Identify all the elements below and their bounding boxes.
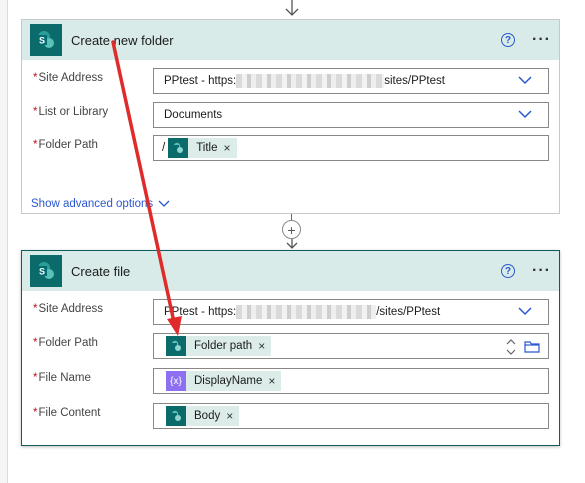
sharepoint-token-icon bbox=[168, 138, 189, 158]
file-name-input[interactable]: {x} DisplayName × bbox=[153, 368, 549, 394]
folder-path-input[interactable]: Folder path × bbox=[153, 333, 549, 359]
folder-path-label: *Folder Path bbox=[33, 139, 98, 151]
site-address-value-prefix: PPtest - https: bbox=[164, 75, 237, 87]
site-address-value-prefix: PPtest - https: bbox=[164, 306, 237, 318]
create-folder-card: S Create new folder ? ··· *Site Address … bbox=[21, 19, 560, 214]
token-label: DisplayName bbox=[194, 375, 263, 387]
remove-token-icon[interactable]: × bbox=[268, 374, 275, 388]
token-label: Body bbox=[194, 410, 221, 422]
chevron-down-icon[interactable] bbox=[518, 75, 532, 85]
folder-path-label: *Folder Path bbox=[33, 337, 98, 349]
folder-browse-icon[interactable] bbox=[524, 340, 540, 353]
sharepoint-icon: S bbox=[30, 255, 62, 287]
svg-text:S: S bbox=[39, 267, 45, 277]
file-content-input[interactable]: Body × bbox=[153, 403, 549, 429]
help-icon[interactable]: ? bbox=[501, 264, 516, 278]
chevron-down-icon[interactable] bbox=[518, 306, 532, 316]
chevron-down-icon bbox=[158, 200, 170, 207]
create-folder-header[interactable]: S Create new folder ? ··· bbox=[22, 20, 559, 60]
show-advanced-options-link[interactable]: Show advanced options bbox=[31, 198, 170, 210]
redacted-url bbox=[236, 305, 377, 319]
spinner-updown-icon[interactable] bbox=[506, 338, 516, 356]
variable-icon: {x} bbox=[166, 371, 186, 391]
help-icon[interactable]: ? bbox=[501, 33, 516, 47]
card-title: Create new folder bbox=[71, 32, 174, 48]
more-options-icon[interactable]: ··· bbox=[532, 263, 551, 279]
sharepoint-token-icon bbox=[166, 406, 186, 426]
site-address-dropdown[interactable]: PPtest - https: sites/PPtest bbox=[153, 68, 549, 94]
sharepoint-icon: S bbox=[30, 24, 62, 56]
dynamic-token-displayname[interactable]: {x} DisplayName × bbox=[166, 371, 282, 391]
dynamic-token-body[interactable]: Body × bbox=[166, 406, 240, 426]
list-library-label: *List or Library bbox=[33, 106, 109, 118]
dynamic-token-folder-path[interactable]: Folder path × bbox=[166, 336, 272, 356]
chevron-down-icon[interactable] bbox=[518, 109, 532, 119]
remove-token-icon[interactable]: × bbox=[224, 141, 231, 155]
create-file-card: S Create file ? ··· *Site Address PPtest… bbox=[21, 250, 560, 446]
list-library-value: Documents bbox=[164, 109, 223, 121]
token-label: Title bbox=[196, 142, 218, 154]
token-label: Folder path bbox=[194, 340, 253, 352]
connector-arrow-down-icon bbox=[285, 0, 299, 16]
file-content-label: *File Content bbox=[33, 407, 101, 419]
sharepoint-token-icon bbox=[166, 336, 186, 356]
redacted-url bbox=[236, 74, 385, 88]
file-name-label: *File Name bbox=[33, 372, 91, 384]
more-options-icon[interactable]: ··· bbox=[532, 32, 551, 48]
card-title: Create file bbox=[71, 263, 131, 279]
site-address-dropdown[interactable]: PPtest - https: /sites/PPtest bbox=[153, 299, 549, 325]
create-file-header[interactable]: S Create file ? ··· bbox=[22, 251, 559, 291]
list-library-dropdown[interactable]: Documents bbox=[153, 102, 549, 128]
site-address-label: *Site Address bbox=[33, 72, 104, 84]
dynamic-token-title[interactable]: Title × bbox=[168, 138, 237, 158]
remove-token-icon[interactable]: × bbox=[226, 409, 233, 423]
site-address-label: *Site Address bbox=[33, 303, 104, 315]
advanced-label: Show advanced options bbox=[31, 198, 154, 210]
folder-path-input[interactable]: / Title × bbox=[153, 135, 549, 161]
svg-text:S: S bbox=[39, 36, 45, 46]
add-step-plus-icon[interactable]: + bbox=[282, 220, 301, 239]
remove-token-icon[interactable]: × bbox=[258, 339, 265, 353]
site-address-value-suffix: sites/PPtest bbox=[384, 75, 445, 87]
connector-arrow-down-icon bbox=[286, 239, 298, 249]
site-address-value-suffix: /sites/PPtest bbox=[376, 306, 441, 318]
folder-path-prefix: / bbox=[162, 142, 166, 154]
